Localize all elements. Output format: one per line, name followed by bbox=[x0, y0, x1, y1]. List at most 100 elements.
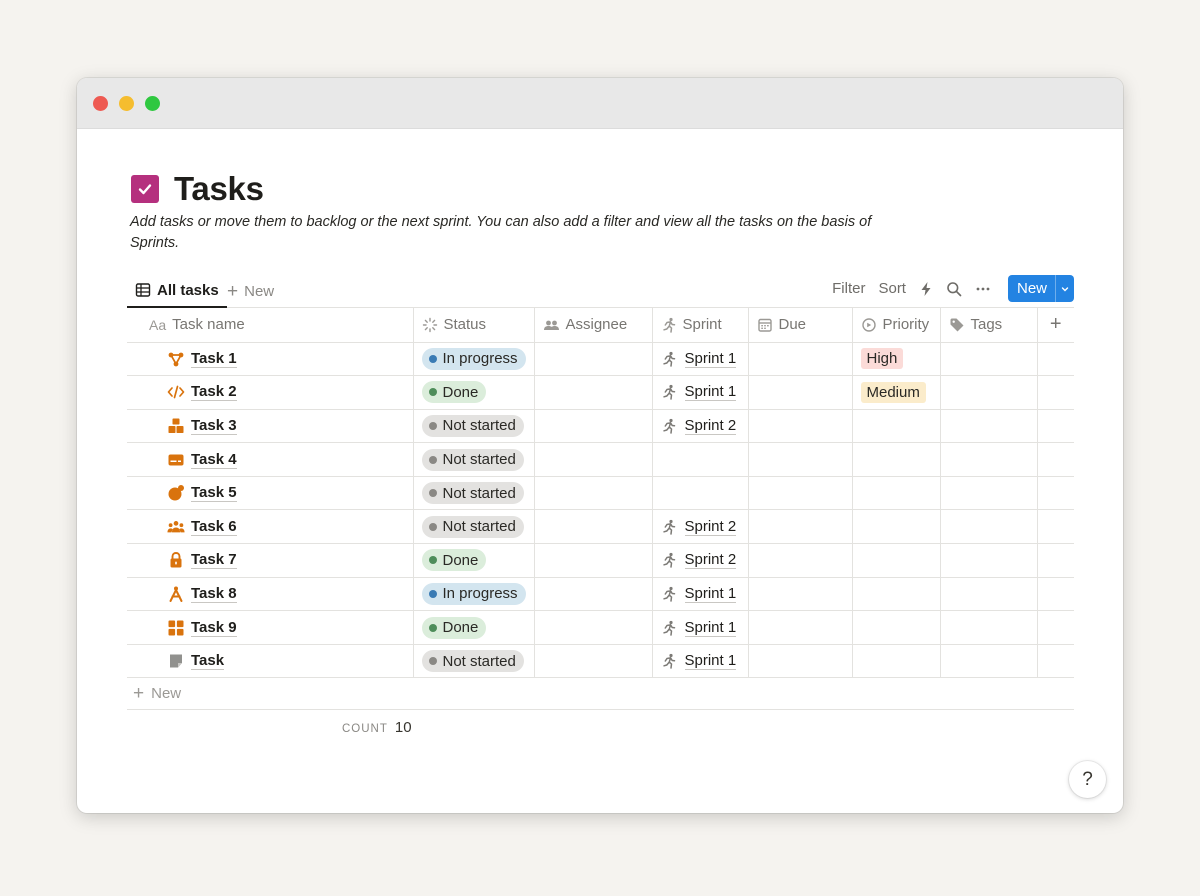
table-row[interactable]: Task 2 Done Sprint 1 Medium bbox=[127, 375, 1074, 410]
task-name[interactable]: Task 3 bbox=[191, 417, 237, 435]
cell-sprint[interactable] bbox=[652, 442, 749, 477]
cell-assignee[interactable] bbox=[534, 342, 653, 377]
cell-due[interactable] bbox=[748, 543, 853, 578]
sprint-relation[interactable]: Sprint 1 bbox=[661, 350, 740, 368]
add-view-button[interactable]: + New bbox=[227, 274, 274, 308]
cell-sprint[interactable]: Sprint 2 bbox=[652, 509, 749, 545]
cell-status[interactable]: Not started bbox=[413, 442, 535, 477]
task-name[interactable]: Task 8 bbox=[191, 585, 237, 603]
cell-task-name[interactable]: Task 7 bbox=[127, 543, 414, 578]
column-header-assignee[interactable]: Assignee bbox=[534, 308, 653, 343]
column-header-due[interactable]: Due bbox=[748, 308, 853, 343]
column-header-status[interactable]: Status bbox=[413, 308, 535, 343]
cell-priority[interactable] bbox=[852, 577, 941, 612]
table-row[interactable]: Task 7 Done Sprint 2 bbox=[127, 543, 1074, 578]
cell-assignee[interactable] bbox=[534, 610, 653, 645]
task-name[interactable]: Task 4 bbox=[191, 451, 237, 469]
cell-tags[interactable] bbox=[940, 409, 1038, 444]
sprint-relation[interactable]: Sprint 2 bbox=[661, 551, 740, 570]
chevron-down-icon[interactable] bbox=[1056, 275, 1074, 302]
new-item-label[interactable]: New bbox=[1008, 275, 1056, 302]
table-row[interactable]: Task 9 Done Sprint 1 bbox=[127, 610, 1074, 645]
cell-assignee[interactable] bbox=[534, 476, 653, 511]
sprint-relation[interactable]: Sprint 1 bbox=[661, 383, 740, 402]
cell-task-name[interactable]: Task 5 bbox=[127, 476, 414, 511]
add-row-button[interactable]: + New bbox=[127, 677, 1074, 710]
cell-due[interactable] bbox=[748, 342, 853, 377]
cell-status[interactable]: Done bbox=[413, 543, 535, 578]
cell-status[interactable]: Not started bbox=[413, 409, 535, 444]
cell-status[interactable]: Not started bbox=[413, 644, 535, 679]
column-header-tags[interactable]: Tags bbox=[940, 308, 1038, 343]
sprint-relation[interactable]: Sprint 1 bbox=[661, 619, 740, 637]
task-name[interactable]: Task 7 bbox=[191, 551, 237, 570]
task-name[interactable]: Task 1 bbox=[191, 350, 237, 368]
task-name[interactable]: Task 6 bbox=[191, 518, 237, 536]
cell-tags[interactable] bbox=[940, 577, 1038, 612]
cell-tags[interactable] bbox=[940, 644, 1038, 679]
cell-tags[interactable] bbox=[940, 610, 1038, 645]
page-title[interactable]: Tasks bbox=[174, 170, 264, 208]
cell-assignee[interactable] bbox=[534, 644, 653, 679]
maximize-window-button[interactable] bbox=[145, 96, 160, 111]
table-row[interactable]: Task 4 Not started bbox=[127, 442, 1074, 477]
cell-tags[interactable] bbox=[940, 375, 1038, 410]
sprint-relation[interactable]: Sprint 1 bbox=[661, 652, 740, 671]
cell-task-name[interactable]: Task 9 bbox=[127, 610, 414, 645]
cell-priority[interactable] bbox=[852, 409, 941, 444]
cell-sprint[interactable]: Sprint 1 bbox=[652, 375, 749, 410]
cell-sprint[interactable]: Sprint 1 bbox=[652, 342, 749, 377]
table-row[interactable]: Task 6 Not started Sprint 2 bbox=[127, 509, 1074, 545]
cell-tags[interactable] bbox=[940, 342, 1038, 377]
cell-sprint[interactable]: Sprint 2 bbox=[652, 409, 749, 444]
cell-status[interactable]: Done bbox=[413, 610, 535, 645]
column-header-sprint[interactable]: Sprint bbox=[652, 308, 749, 343]
cell-status[interactable]: Not started bbox=[413, 476, 535, 511]
cell-priority[interactable] bbox=[852, 644, 941, 679]
row-count[interactable]: COUNT 10 bbox=[342, 719, 412, 736]
cell-tags[interactable] bbox=[940, 509, 1038, 545]
cell-task-name[interactable]: Task 6 bbox=[127, 509, 414, 545]
tab-all-tasks[interactable]: All tasks bbox=[127, 274, 227, 308]
cell-status[interactable]: Done bbox=[413, 375, 535, 410]
cell-task-name[interactable]: Task 8 bbox=[127, 577, 414, 612]
table-row[interactable]: Task 3 Not started Sprint 2 bbox=[127, 409, 1074, 444]
cell-task-name[interactable]: Task 1 bbox=[127, 342, 414, 377]
cell-due[interactable] bbox=[748, 644, 853, 679]
cell-task-name[interactable]: Task 3 bbox=[127, 409, 414, 444]
cell-due[interactable] bbox=[748, 375, 853, 410]
table-row[interactable]: Task 1 In progress Sprint 1 High bbox=[127, 342, 1074, 377]
cell-status[interactable]: In progress bbox=[413, 342, 535, 377]
cell-priority[interactable] bbox=[852, 509, 941, 545]
table-row[interactable]: Task 8 In progress Sprint 1 bbox=[127, 577, 1074, 612]
cell-assignee[interactable] bbox=[534, 577, 653, 612]
task-name[interactable]: Task 2 bbox=[191, 383, 237, 402]
cell-priority[interactable] bbox=[852, 610, 941, 645]
sort-button[interactable]: Sort bbox=[878, 280, 906, 297]
cell-tags[interactable] bbox=[940, 543, 1038, 578]
cell-due[interactable] bbox=[748, 577, 853, 612]
close-window-button[interactable] bbox=[93, 96, 108, 111]
cell-task-name[interactable]: Task 4 bbox=[127, 442, 414, 477]
cell-assignee[interactable] bbox=[534, 543, 653, 578]
cell-due[interactable] bbox=[748, 476, 853, 511]
add-property-button[interactable]: + bbox=[1037, 308, 1074, 343]
cell-tags[interactable] bbox=[940, 442, 1038, 477]
cell-priority[interactable]: High bbox=[852, 342, 941, 377]
cell-assignee[interactable] bbox=[534, 375, 653, 410]
cell-priority[interactable] bbox=[852, 442, 941, 477]
cell-tags[interactable] bbox=[940, 476, 1038, 511]
search-button[interactable] bbox=[946, 281, 962, 297]
automation-button[interactable] bbox=[919, 281, 933, 297]
cell-sprint[interactable]: Sprint 1 bbox=[652, 577, 749, 612]
cell-due[interactable] bbox=[748, 509, 853, 545]
cell-sprint[interactable]: Sprint 1 bbox=[652, 610, 749, 645]
help-button[interactable]: ? bbox=[1069, 761, 1106, 798]
table-row[interactable]: Task 5 Not started bbox=[127, 476, 1074, 511]
cell-task-name[interactable]: Task bbox=[127, 644, 414, 679]
cell-status[interactable]: Not started bbox=[413, 509, 535, 545]
cell-priority[interactable] bbox=[852, 476, 941, 511]
task-name[interactable]: Task 9 bbox=[191, 619, 237, 637]
cell-assignee[interactable] bbox=[534, 409, 653, 444]
cell-assignee[interactable] bbox=[534, 442, 653, 477]
